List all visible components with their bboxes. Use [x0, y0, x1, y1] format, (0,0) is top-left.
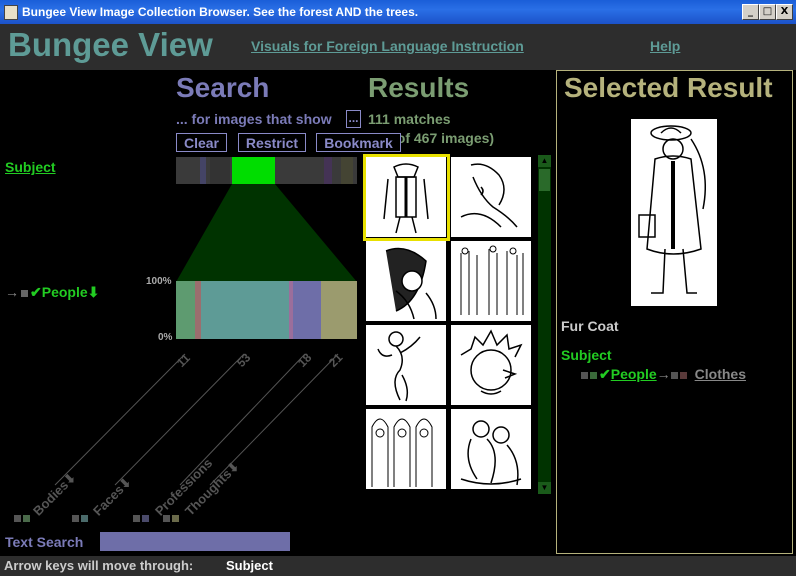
- minimize-button[interactable]: _: [742, 4, 759, 20]
- thoughts-facet-icons[interactable]: [163, 510, 181, 528]
- people-facet[interactable]: → ✔People⬇: [5, 284, 99, 301]
- status-value: Subject: [226, 558, 273, 573]
- down-arrow-icon: ⬇: [87, 284, 100, 300]
- path-clothes-link[interactable]: Clothes: [695, 366, 746, 382]
- square-icon: [670, 371, 678, 379]
- bar-faces[interactable]: [201, 281, 289, 339]
- result-thumbnail[interactable]: [451, 241, 531, 321]
- result-thumbnail[interactable]: [451, 157, 531, 237]
- check-icon: ✔: [599, 366, 611, 382]
- square-icon: [21, 289, 28, 297]
- restrict-button[interactable]: Restrict: [238, 133, 306, 152]
- text-search-input[interactable]: [100, 532, 290, 551]
- collection-link[interactable]: Visuals for Foreign Language Instruction: [251, 38, 524, 54]
- bodies-facet-icons[interactable]: [14, 510, 32, 528]
- facet-histogram[interactable]: [176, 281, 357, 339]
- selected-result-highlight: [363, 154, 450, 241]
- clear-button[interactable]: Clear: [176, 133, 227, 152]
- scroll-up-icon[interactable]: ▲: [538, 155, 551, 167]
- results-heading: Results: [368, 72, 470, 103]
- faces-facet-icons[interactable]: [72, 510, 90, 528]
- zoom-funnel: [176, 184, 357, 282]
- app-header: Bungee View Visuals for Foreign Language…: [0, 24, 796, 70]
- subject-facet-label[interactable]: Subject: [5, 159, 56, 175]
- square-icon: [679, 371, 687, 379]
- search-heading: Search: [176, 72, 270, 103]
- y-tick-100: 100%: [146, 276, 172, 287]
- selected-facet-path: ✔People→ Clothes: [581, 366, 746, 383]
- results-matches: 111 matches: [368, 111, 451, 127]
- right-arrow-icon: →: [5, 284, 19, 300]
- close-button[interactable]: X: [776, 4, 793, 20]
- bar-professions[interactable]: [293, 281, 321, 339]
- overview-selected-segment[interactable]: [232, 157, 275, 184]
- bar-bodies[interactable]: [176, 281, 195, 339]
- scrollbar-thumb[interactable]: [539, 169, 550, 191]
- professions-facet-icons[interactable]: [133, 510, 151, 528]
- maximize-button[interactable]: □: [759, 4, 776, 20]
- right-arrow-icon: →: [656, 366, 671, 382]
- help-link[interactable]: Help: [650, 38, 680, 54]
- scroll-down-icon[interactable]: ▼: [538, 482, 551, 494]
- result-thumbnail[interactable]: [451, 325, 531, 405]
- status-prefix: Arrow keys will move through:: [4, 558, 194, 573]
- square-icon: [590, 371, 597, 379]
- people-facet-label: People: [41, 284, 88, 300]
- bookmark-button[interactable]: Bookmark: [316, 133, 401, 152]
- result-thumbnail[interactable]: [366, 325, 446, 405]
- status-bar: Arrow keys will move through: Subject: [0, 556, 796, 576]
- selected-result-heading: Selected Result: [564, 72, 773, 103]
- results-scrollbar[interactable]: ▲ ▼: [538, 155, 551, 494]
- selected-result-image[interactable]: [631, 119, 717, 306]
- bar-thoughts[interactable]: [321, 281, 357, 339]
- window-titlebar: Bungee View Image Collection Browser. Se…: [0, 0, 796, 24]
- selected-result-caption: Fur Coat: [561, 318, 619, 334]
- result-thumbnail[interactable]: [366, 409, 446, 489]
- app-icon: [4, 5, 18, 20]
- path-people-link[interactable]: People: [611, 366, 657, 382]
- result-thumbnail[interactable]: [451, 409, 531, 489]
- app-brand: Bungee View: [8, 26, 213, 63]
- facet-overview-bar[interactable]: [176, 157, 357, 184]
- window-title: Bungee View Image Collection Browser. Se…: [22, 5, 419, 19]
- text-search-label: Text Search: [5, 534, 84, 550]
- result-thumbnail[interactable]: [366, 241, 446, 321]
- search-subtitle: ... for images that show: [176, 111, 332, 127]
- check-icon: ✔: [30, 284, 42, 300]
- square-icon: [581, 371, 588, 379]
- selected-subject-label: Subject: [561, 347, 612, 363]
- more-options-button[interactable]: ...: [346, 110, 361, 128]
